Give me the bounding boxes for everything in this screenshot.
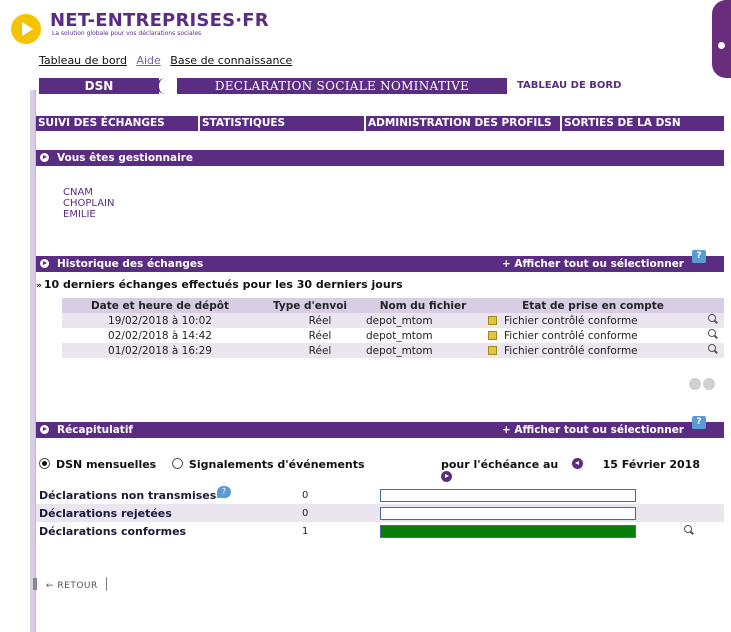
prev-date-icon[interactable]: [571, 458, 583, 469]
echeance-date: 15 Février 2018: [602, 458, 700, 471]
cell-date: 02/02/2018 à 14:42: [108, 329, 212, 342]
bullet-icon: [40, 425, 49, 434]
section-title: Historique des échanges: [57, 258, 204, 270]
recap-label: Déclarations conformes: [39, 525, 187, 538]
cell-state: Fichier contrôlé conforme: [504, 344, 638, 357]
section-title: Récapitulatif: [57, 424, 133, 436]
check-icon: [488, 315, 497, 325]
banner-dsn: DSN: [39, 78, 159, 94]
recap-count: 0: [302, 508, 309, 519]
col-type[interactable]: Type d'envoi: [258, 298, 362, 313]
retour-label: ← RETOUR: [46, 581, 98, 591]
prev-page-icon[interactable]: [689, 378, 701, 390]
cell-file: depot_mtom: [362, 313, 484, 328]
next-date-icon[interactable]: [441, 471, 452, 482]
search-icon[interactable]: [684, 525, 694, 535]
radio-signalements[interactable]: [171, 458, 183, 469]
header: NET-ENTREPRISES·FR La solution globale p…: [0, 0, 731, 90]
check-icon: [488, 330, 497, 340]
section-title: Vous êtes gestionnaire: [57, 152, 193, 164]
table-pager: [689, 378, 717, 393]
progress-bar: [380, 525, 636, 538]
link-aide[interactable]: Aide: [136, 54, 160, 67]
brand-title[interactable]: NET-ENTREPRISES·FR: [50, 10, 269, 31]
table-header: Date et heure de dépôt Type d'envoi Nom …: [62, 298, 724, 313]
recap-label: Déclarations non transmises: [39, 489, 217, 502]
cell-file: depot_mtom: [362, 343, 484, 358]
cell-type: Réel: [308, 329, 332, 342]
search-icon[interactable]: [708, 329, 718, 339]
section-recap: Récapitulatif + Afficher tout ou sélecti…: [36, 416, 724, 438]
help-icon[interactable]: ?: [692, 416, 706, 429]
brand-subtitle: La solution globale pour vos déclaration…: [52, 30, 202, 37]
list-item: Déclarations non transmises ? 0: [36, 486, 724, 504]
check-icon: [488, 345, 497, 355]
cell-date: 01/02/2018 à 16:29: [62, 343, 258, 358]
retour-button[interactable]: ← RETOUR: [33, 577, 107, 591]
search-icon[interactable]: [708, 314, 718, 324]
logo-arrow-icon: [22, 22, 33, 36]
radio-label: DSN mensuelles: [56, 458, 157, 471]
cell-file: depot_mtom: [366, 329, 433, 342]
show-all-link[interactable]: + Afficher tout ou sélectionner: [502, 422, 684, 438]
search-icon[interactable]: [708, 344, 718, 354]
nav-administration-profils[interactable]: ADMINISTRATION DES PROFILS: [366, 116, 562, 131]
link-tableau-de-bord[interactable]: Tableau de bord: [39, 54, 127, 67]
col-date[interactable]: Date et heure de dépôt: [62, 298, 258, 313]
nav-sorties-dsn[interactable]: SORTIES DE LA DSN: [562, 116, 724, 131]
nav-statistiques[interactable]: STATISTIQUES: [200, 116, 366, 131]
cell-state: Fichier contrôlé conforme: [504, 314, 638, 327]
col-state[interactable]: Etat de prise en compte: [484, 298, 702, 313]
help-icon[interactable]: ?: [692, 250, 706, 263]
manager-line: CHOPLAIN: [63, 198, 115, 209]
progress-bar: [380, 507, 636, 520]
recap-type-radios: DSN mensuelles Signalements d'événements: [39, 458, 365, 471]
manager-line: EMILIE: [63, 209, 96, 220]
section-gestionnaire: Vous êtes gestionnaire: [36, 150, 724, 166]
help-icon[interactable]: ?: [217, 486, 231, 498]
table-row[interactable]: 01/02/2018 à 16:29 Réel depot_mtom Fichi…: [62, 343, 724, 358]
progress-bar: [380, 489, 636, 502]
recap-list: Déclarations non transmises ? 0 Déclarat…: [36, 486, 724, 540]
exchange-table: Date et heure de dépôt Type d'envoi Nom …: [62, 298, 724, 358]
table-row[interactable]: 19/02/2018 à 10:02 Réel depot_mtom Fichi…: [62, 313, 724, 328]
manager-line: CNAM: [63, 187, 93, 198]
recap-label: Déclarations rejetées: [39, 507, 172, 520]
top-links: Tableau de bord Aide Base de connaissanc…: [39, 54, 298, 67]
radio-dsn-mensuelles[interactable]: [39, 458, 50, 469]
radio-label: Signalements d'événements: [188, 458, 365, 471]
historique-subtitle: 10 derniers échanges effectués pour les …: [36, 278, 403, 291]
manager-info: CNAM CHOPLAIN EMILIE: [63, 187, 114, 220]
nav-suivi-echanges[interactable]: SUIVI DES ÉCHANGES: [36, 116, 200, 131]
banner-declaration: DECLARATION SOCIALE NOMINATIVE: [177, 78, 507, 94]
link-base-de-connaissance[interactable]: Base de connaissance: [170, 54, 292, 67]
recap-count: 0: [302, 490, 309, 501]
show-all-link[interactable]: + Afficher tout ou sélectionner: [502, 256, 684, 272]
main-nav: SUIVI DES ÉCHANGES STATISTIQUES ADMINIST…: [36, 116, 724, 131]
section-historique: Historique des échanges + Afficher tout …: [36, 250, 724, 272]
bullet-icon: [40, 259, 49, 268]
bullet-icon: [40, 153, 49, 162]
list-item: Déclarations rejetées 0: [36, 504, 724, 522]
mascot-icon: [712, 0, 731, 78]
cell-type: Réel: [258, 343, 362, 358]
service-banner: DSN DECLARATION SOCIALE NOMINATIVE TABLE…: [39, 78, 711, 94]
cell-state: Fichier contrôlé conforme: [504, 329, 638, 342]
banner-tab[interactable]: TABLEAU DE BORD: [509, 78, 711, 94]
list-item: Déclarations conformes 1: [36, 522, 724, 540]
cell-date: 19/02/2018 à 10:02: [62, 313, 258, 328]
cell-type: Réel: [258, 313, 362, 328]
echeance-selector: pour l'échéance au 15 Février 2018: [441, 458, 731, 484]
echeance-label: pour l'échéance au: [441, 458, 559, 471]
recap-count: 1: [302, 526, 309, 537]
table-row[interactable]: 02/02/2018 à 14:42 Réel depot_mtom Fichi…: [62, 328, 724, 343]
col-file[interactable]: Nom du fichier: [362, 298, 484, 313]
next-page-icon[interactable]: [703, 378, 715, 390]
